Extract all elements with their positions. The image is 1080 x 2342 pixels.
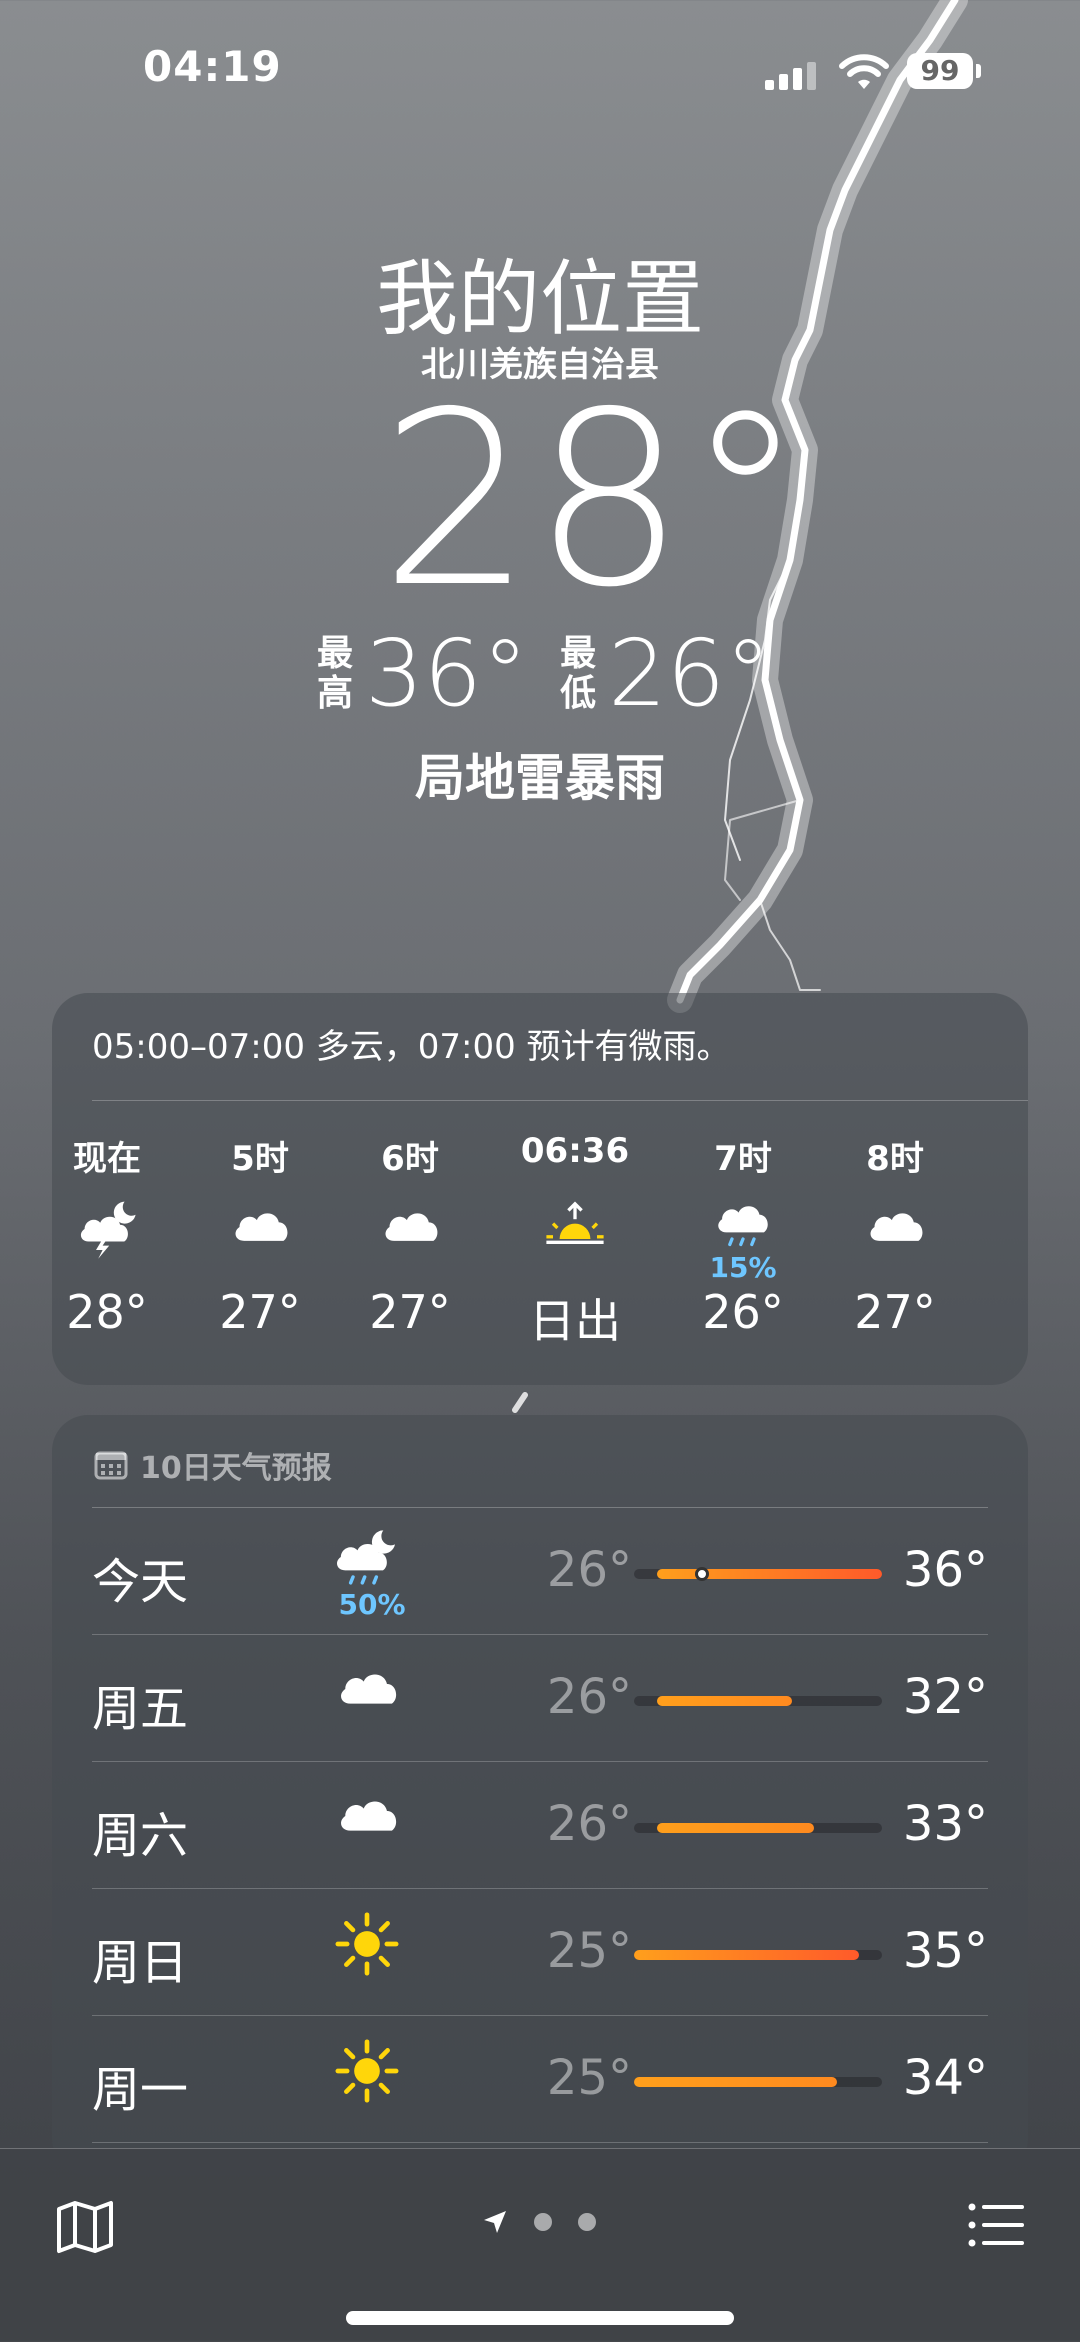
hour-temperature: 26°: [702, 1285, 784, 1339]
hour-temperature: 27°: [219, 1285, 301, 1339]
thunderstorm-night-icon: [32, 1195, 182, 1273]
low-label: 最低: [560, 633, 597, 714]
hour-temperature: 28°: [66, 1285, 148, 1339]
hourly-item: 8时 27°: [820, 1131, 970, 1339]
cloud-icon: [335, 1195, 485, 1273]
status-time: 04:19: [143, 42, 282, 91]
cloud-icon: [332, 1782, 412, 1862]
temperature-range-fill: [634, 1950, 860, 1960]
temperature-range-fill: [634, 2077, 837, 2087]
hour-label: 06:36: [520, 1131, 630, 1171]
location-arrow-icon: [484, 2211, 506, 2233]
low-value: 26°: [608, 620, 772, 727]
cloud-icon: [185, 1195, 335, 1273]
current-temperature: 28°: [380, 360, 806, 640]
temperature-range-bar: [634, 1696, 882, 1706]
hour-label: 7时: [714, 1139, 772, 1179]
daily-row[interactable]: 周日 25° 35°: [92, 1889, 988, 2016]
high-temperature: 33°: [902, 1796, 988, 1852]
day-name: 周六: [92, 1808, 189, 1864]
page-indicator[interactable]: [482, 2209, 596, 2235]
hourly-item: 06:36 日出: [500, 1131, 650, 1351]
precipitation-chance: 15%: [709, 1251, 777, 1284]
sun-icon: [332, 1909, 412, 1989]
daily-row[interactable]: 周五 26° 32°: [92, 1635, 988, 1762]
hourly-summary: 05:00–07:00 多云，07:00 预计有微雨。: [92, 1027, 731, 1067]
hour-temperature: 日出: [529, 1294, 621, 1348]
ten-day-forecast-card[interactable]: 10日天气预报 今天 50% 26° 36° 周五 26° 32° 周六 26°…: [52, 1415, 1028, 2175]
daily-row[interactable]: 今天 50% 26° 36°: [92, 1508, 988, 1635]
low-temperature: 26°: [546, 1542, 632, 1598]
temperature-range-fill: [656, 1823, 815, 1833]
temperature-range-bar: [634, 1950, 882, 1960]
high-temperature: 34°: [902, 2050, 988, 2106]
current-temp-dot: [694, 1567, 709, 1581]
high-temperature: 32°: [902, 1669, 988, 1725]
hour-temperature: 27°: [854, 1285, 936, 1339]
day-name: 周日: [92, 1935, 189, 1991]
hour-label: 6时: [381, 1139, 439, 1179]
hour-label: 现在: [73, 1139, 141, 1179]
weather-condition: 局地雷暴雨: [415, 749, 665, 807]
daily-header-label: 10日天气预报: [140, 1451, 332, 1486]
low-temperature: 25°: [546, 1923, 632, 1979]
hourly-forecast-card[interactable]: 05:00–07:00 多云，07:00 预计有微雨。 现在 28° 5时 27…: [52, 993, 1028, 1385]
battery-tip: [976, 64, 981, 78]
temperature-range-fill: [656, 1696, 792, 1706]
list-icon[interactable]: [968, 2203, 1024, 2247]
cloud-icon: [820, 1195, 970, 1273]
high-temperature: 35°: [902, 1923, 988, 1979]
low-temperature: 26°: [546, 1796, 632, 1852]
hourly-item: 现在 28°: [32, 1131, 182, 1339]
sun-icon: [332, 2036, 412, 2116]
temperature-range-bar: [634, 2077, 882, 2087]
row-divider: [92, 2142, 988, 2143]
battery-indicator: 99: [907, 53, 973, 89]
day-name: 今天: [92, 1554, 189, 1610]
temperature-range-bar: [634, 1567, 882, 1581]
calendar-icon: [94, 1451, 128, 1480]
hour-temperature: 27°: [369, 1285, 451, 1339]
temperature-range-bar: [634, 1823, 882, 1833]
high-label: 最高: [316, 633, 353, 714]
low-temperature: 25°: [546, 2050, 632, 2106]
map-icon[interactable]: [56, 2199, 114, 2255]
cloud-icon: [332, 1655, 412, 1735]
precipitation-chance: 50%: [338, 1588, 406, 1621]
daily-header: 10日天气预报: [94, 1443, 332, 1487]
hourly-item: 5时 27°: [185, 1131, 335, 1339]
home-indicator[interactable]: [346, 2311, 734, 2325]
high-low-row: 最高 36° 最低 26°: [315, 628, 801, 720]
page-dot: [578, 2213, 596, 2231]
hour-label: 8时: [866, 1139, 924, 1179]
wifi-icon: [839, 54, 889, 89]
hourly-item: 7时 15% 26°: [668, 1131, 818, 1339]
day-name: 周五: [92, 1681, 189, 1737]
high-value: 36°: [365, 620, 529, 727]
daily-row[interactable]: 周六 26° 33°: [92, 1762, 988, 1889]
day-name: 周一: [92, 2062, 189, 2118]
high-temperature: 36°: [902, 1542, 988, 1598]
hourly-divider: [92, 1100, 1028, 1101]
low-temperature: 26°: [546, 1669, 632, 1725]
cellular-signal-icon: [765, 60, 817, 90]
location-title: 我的位置: [375, 252, 704, 347]
daily-row[interactable]: 周一 25° 34°: [92, 2016, 988, 2143]
temperature-range-fill: [656, 1569, 882, 1579]
hour-label: 5时: [231, 1139, 289, 1179]
sunrise-icon: [500, 1195, 650, 1273]
rain-cloud-icon: 15%: [668, 1195, 818, 1284]
page-dot: [534, 2213, 552, 2231]
hourly-item: 6时 27°: [335, 1131, 485, 1339]
